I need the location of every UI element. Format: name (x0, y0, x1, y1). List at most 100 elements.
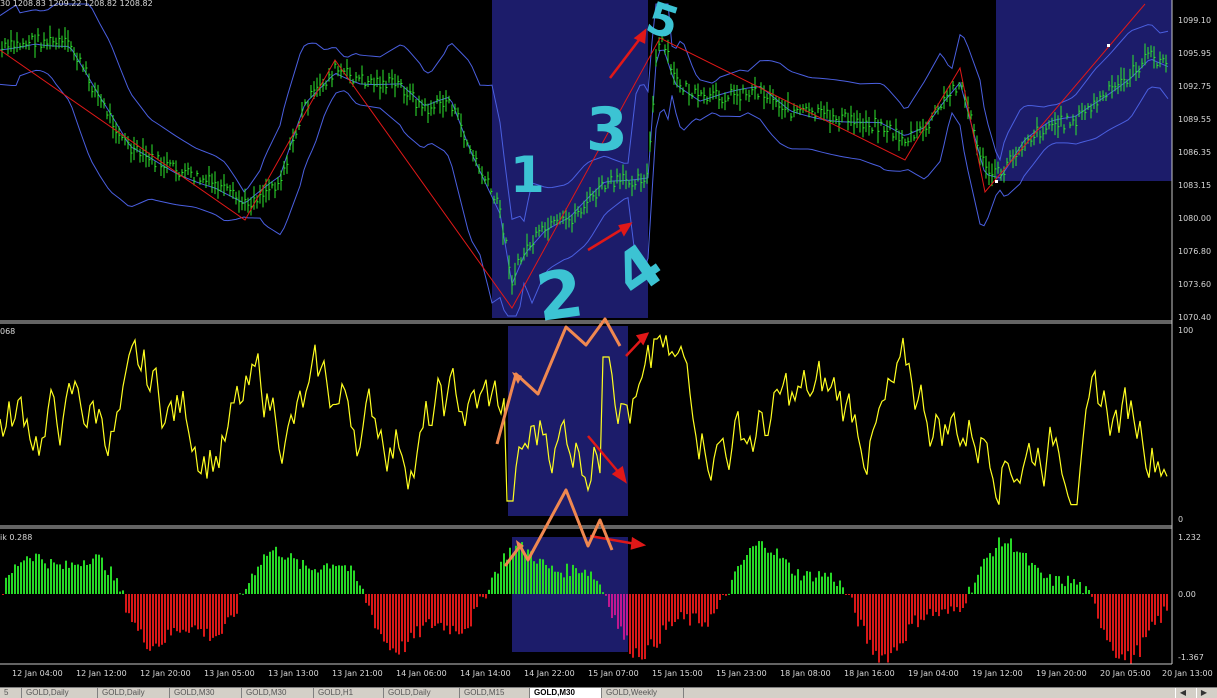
histogram-bar (497, 573, 499, 594)
histogram-bar (242, 593, 244, 595)
histogram-bar (566, 563, 568, 594)
histogram-bar (779, 558, 781, 594)
histogram-bar (62, 568, 64, 594)
histogram-bar (614, 594, 616, 616)
oscillator-scale-top: 100 (1178, 326, 1193, 335)
histogram-bar (311, 570, 313, 594)
histogram-bar (110, 566, 112, 594)
histogram-bar (650, 594, 652, 640)
histogram-bar (890, 594, 892, 654)
time-label: 12 Jan 20:00 (140, 669, 191, 678)
histogram-bar (1061, 583, 1063, 594)
histogram-bar (293, 558, 295, 594)
histogram-bar (335, 566, 337, 594)
histogram-bar (665, 594, 667, 630)
histogram-bar (827, 576, 829, 594)
histogram-bar (710, 594, 712, 615)
histogram-bar (83, 560, 85, 594)
histogram-bar (170, 594, 172, 636)
histogram-bar (1130, 594, 1132, 664)
histogram-bar (752, 546, 754, 594)
histogram-bar (1016, 551, 1018, 594)
histogram-bar (1082, 593, 1084, 595)
histogram-bar (470, 594, 472, 627)
histogram-bar (941, 594, 943, 610)
histogram-bar (908, 594, 910, 625)
histogram-bar (461, 594, 463, 634)
histogram-bar (839, 580, 841, 594)
histogram-bar (188, 594, 190, 633)
histogram-bar (761, 541, 763, 594)
histogram-bar (272, 550, 274, 594)
histogram-bar (587, 575, 589, 594)
histogram-bar (98, 554, 100, 594)
histogram-bar (785, 559, 787, 594)
histogram-bar (545, 564, 547, 594)
histogram-bar (782, 557, 784, 594)
histogram-bar (872, 594, 874, 655)
histogram-bar (668, 594, 670, 622)
highlight-box-oscillator (508, 326, 628, 516)
histogram-bar (155, 594, 157, 644)
histogram-bar (917, 594, 919, 628)
histogram-bar (11, 573, 13, 594)
histogram-bar (125, 594, 127, 613)
histogram-bar (476, 594, 478, 608)
histogram-bar (1121, 594, 1123, 655)
time-label: 14 Jan 14:00 (460, 669, 511, 678)
histogram-bar (1106, 594, 1108, 641)
histogram-bar (560, 572, 562, 594)
histogram-bar (41, 559, 43, 594)
price-label: 1092.75 (1178, 82, 1211, 91)
histogram-bar (284, 559, 286, 594)
histogram-bar (152, 594, 154, 647)
histogram-bar (371, 594, 373, 615)
histogram-bar (56, 564, 58, 594)
histogram-bar (989, 553, 991, 594)
histogram-bar (107, 574, 109, 594)
histogram-bar (203, 594, 205, 637)
histogram-bar (500, 561, 502, 594)
histogram-bar (938, 594, 940, 617)
marker-dot (1107, 44, 1110, 47)
histogram-bar (857, 594, 859, 627)
time-label: 20 Jan 13:00 (1162, 669, 1213, 678)
histogram-bar (35, 553, 37, 594)
histogram-bar (350, 565, 352, 594)
histogram-bar (539, 558, 541, 594)
histogram-bar (113, 580, 115, 594)
histogram-bar (344, 565, 346, 594)
histogram-bar (995, 548, 997, 594)
histogram-bar (533, 561, 535, 594)
histogram-bar (236, 594, 238, 614)
histogram-bar (323, 565, 325, 594)
histogram-bar (245, 588, 247, 594)
histogram-bar (1007, 543, 1009, 594)
histogram-bar (653, 594, 655, 647)
histogram-bar (251, 573, 253, 594)
histogram-bar (479, 594, 481, 597)
histogram-bar (1040, 572, 1042, 594)
histogram-bar (116, 578, 118, 594)
histogram-bar (734, 571, 736, 594)
histogram-bar (971, 592, 973, 594)
histogram-bar (824, 572, 826, 594)
histogram-bar (410, 594, 412, 633)
histogram-bar (446, 594, 448, 626)
histogram-bar (317, 572, 319, 594)
histogram-bar (227, 594, 229, 618)
histogram-bar (1151, 594, 1153, 622)
histogram-bar (206, 594, 208, 629)
histogram-bar (1067, 575, 1069, 594)
histogram-bar (809, 571, 811, 594)
histogram-bar (647, 594, 649, 646)
marker-dot (995, 180, 998, 183)
histogram-bar (758, 541, 760, 594)
histogram-bar (899, 594, 901, 644)
histogram-bar (536, 563, 538, 594)
histogram-bar (146, 594, 148, 650)
time-label: 13 Jan 21:00 (332, 669, 383, 678)
time-label: 19 Jan 12:00 (972, 669, 1023, 678)
histogram-bar (1094, 594, 1096, 604)
histogram-bar (281, 557, 283, 594)
